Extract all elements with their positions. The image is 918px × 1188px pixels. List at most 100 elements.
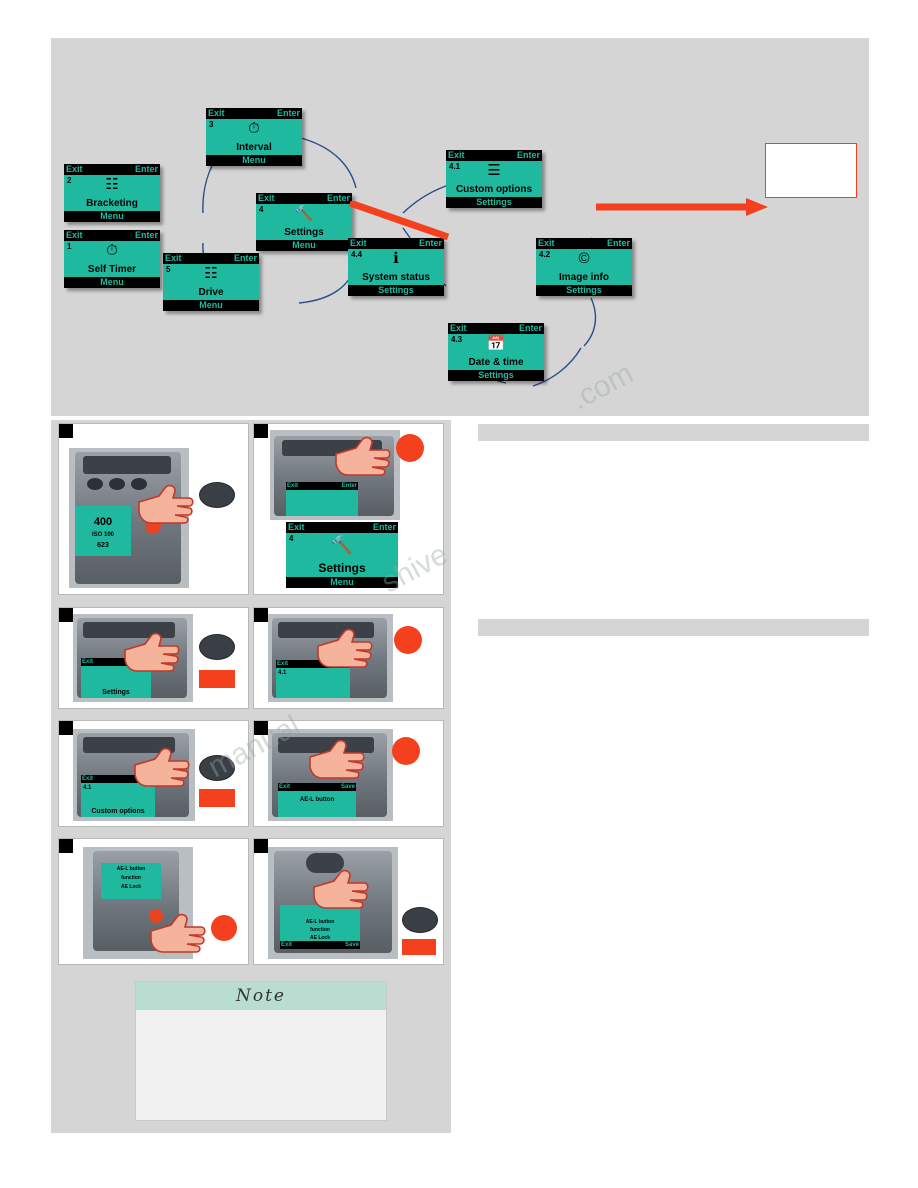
lcd-topbar: Exit Enter xyxy=(64,164,160,175)
enter-label: Enter xyxy=(518,323,542,333)
callout-oval-1 xyxy=(199,482,235,508)
camera-button-a xyxy=(87,478,103,490)
step-cell-6: Exit Save AE-L button xyxy=(253,720,444,827)
red-indicator-7 xyxy=(211,915,237,941)
step-photos-panel: 400 ISO 100 623 Exit Enter Exit Enter 4 … xyxy=(51,420,451,1133)
lcd-bottombar: Menu xyxy=(286,577,398,588)
menu-title: Bracketing xyxy=(86,198,138,209)
lcd-bottombar: Menu xyxy=(256,240,352,251)
pointing-hand-1 xyxy=(135,482,197,533)
step-cell-8: Exit Save AE-L button function AE Lock xyxy=(253,838,444,965)
step-number-4 xyxy=(254,608,268,622)
lcd-settings-large: Exit Enter 4 🔨 Settings Menu xyxy=(286,522,398,588)
step-cell-7: AE-L button function AE Lock xyxy=(58,838,249,965)
menu-title: Drive xyxy=(198,287,224,298)
menu-title: Date & time xyxy=(468,357,524,368)
step-cell-5: Exit Enter 4.1 Custom options xyxy=(58,720,249,827)
menu-title: Image info xyxy=(558,272,609,283)
menu-title: AE-L button xyxy=(299,797,335,803)
camera-top-plate xyxy=(83,456,171,474)
menu-title: Settings xyxy=(284,227,324,238)
camera-lcd-ael-button: Exit Save AE-L button xyxy=(278,783,356,817)
red-indicator-6 xyxy=(392,737,420,765)
pointing-hand-4 xyxy=(314,626,376,677)
lcd-bottombar: Menu xyxy=(64,277,160,288)
callout-oval-8 xyxy=(402,907,438,933)
ael-line3: AE Lock xyxy=(120,884,141,890)
camera-button-b xyxy=(109,478,125,490)
red-highlight-8 xyxy=(402,939,436,955)
lcd-menu-self-timer: Exit Enter 1 ⏱ Self Timer Menu xyxy=(64,230,160,288)
menu-title: System status xyxy=(362,272,430,283)
exit-label: Exit xyxy=(288,522,305,532)
pointing-hand-8 xyxy=(310,867,372,918)
iso-value: ISO 100 xyxy=(91,532,114,538)
right-text-column xyxy=(478,420,869,640)
exit-label: Exit xyxy=(448,150,465,160)
lcd-menu-system-status: Exit Enter 4.4 ℹ System status Settings xyxy=(348,238,444,296)
enter-label: Enter xyxy=(233,253,257,263)
lcd-menu-drive: Exit Enter 5 ☷ Drive Menu xyxy=(163,253,259,311)
camera-lcd-readout: 400 ISO 100 623 xyxy=(75,506,131,556)
lcd-bottombar: Settings xyxy=(446,197,542,208)
lcd-menu-image-info: Exit Enter 4.2 © Image info Settings xyxy=(536,238,632,296)
ael-line1: AE-L button xyxy=(116,866,146,872)
lcd-bottombar: Settings xyxy=(448,370,544,381)
lcd-topbar: Exit Enter xyxy=(448,323,544,334)
lcd-topbar: Exit Save xyxy=(280,941,360,949)
settings-tools-icon: 🔨 xyxy=(294,205,314,222)
step-number-1 xyxy=(59,424,73,438)
lcd-topbar: Exit Enter xyxy=(163,253,259,264)
menu-title: Custom options xyxy=(91,808,145,815)
self-timer-icon: ⏱ xyxy=(106,242,118,259)
enter-label: Enter xyxy=(516,150,540,160)
menu-title: Settings xyxy=(102,689,130,696)
exit-label: Exit xyxy=(279,784,291,790)
enter-label: Enter xyxy=(276,108,300,118)
lcd-menu-date-time: Exit Enter 4.3 📅 Date & time Settings xyxy=(448,323,544,381)
section-band-2 xyxy=(478,619,869,636)
frames-value: 623 xyxy=(97,542,109,549)
ael-line3: AE Lock xyxy=(309,935,330,941)
lcd-topbar: Exit Enter xyxy=(446,150,542,161)
camera-lcd-small: Exit Enter xyxy=(286,482,358,516)
menu-title: Settings xyxy=(318,561,366,575)
enter-label: Enter xyxy=(606,238,630,248)
pointing-hand-6 xyxy=(306,737,368,788)
drive-icon: ☷ xyxy=(204,265,218,282)
lcd-topbar: Exit Enter xyxy=(206,108,302,119)
step-cell-2: Exit Enter Exit Enter 4 🔨 Settings Menu xyxy=(253,423,444,595)
exit-label: Exit xyxy=(208,108,225,118)
step-number-8 xyxy=(254,839,268,853)
lcd-menu-settings: Exit Enter 4 🔨 Settings Menu xyxy=(256,193,352,251)
exit-label: Exit xyxy=(287,483,299,489)
exit-label: Exit xyxy=(258,193,275,203)
menu-title: Interval xyxy=(236,142,272,153)
lcd-topbar: Exit Enter xyxy=(536,238,632,249)
ael-line1: AE-L button xyxy=(305,919,335,925)
red-indicator-4 xyxy=(394,626,422,654)
step-number-6 xyxy=(254,721,268,735)
menu-title: Custom options xyxy=(455,184,533,195)
lcd-topbar: Exit Enter xyxy=(256,193,352,204)
step-cell-4: Exit Enter 4.1 xyxy=(253,607,444,709)
pointing-hand-7 xyxy=(147,911,209,962)
step-cell-3: Exit Enter Settings xyxy=(58,607,249,709)
note-box: Note xyxy=(135,981,387,1121)
section-band-1 xyxy=(478,424,869,441)
note-title: Note xyxy=(235,986,286,1006)
pointing-hand-3 xyxy=(121,630,183,681)
lcd-bottombar: Menu xyxy=(163,300,259,311)
exit-label: Exit xyxy=(165,253,182,263)
red-indicator-2 xyxy=(396,434,424,462)
lcd-bottombar: Settings xyxy=(536,285,632,296)
ael-line2: function xyxy=(310,927,330,933)
exit-label: Exit xyxy=(538,238,555,248)
shutter-value: 400 xyxy=(93,516,113,528)
red-arrow-to-callout xyxy=(596,196,771,218)
exit-label: Exit xyxy=(82,659,94,665)
bracketing-icon: ☷ xyxy=(105,176,119,193)
exit-label: Exit xyxy=(277,661,289,667)
camera-lcd-ael-function: AE-L button function AE Lock xyxy=(101,863,161,899)
interval-icon: ⏱ xyxy=(248,120,260,137)
